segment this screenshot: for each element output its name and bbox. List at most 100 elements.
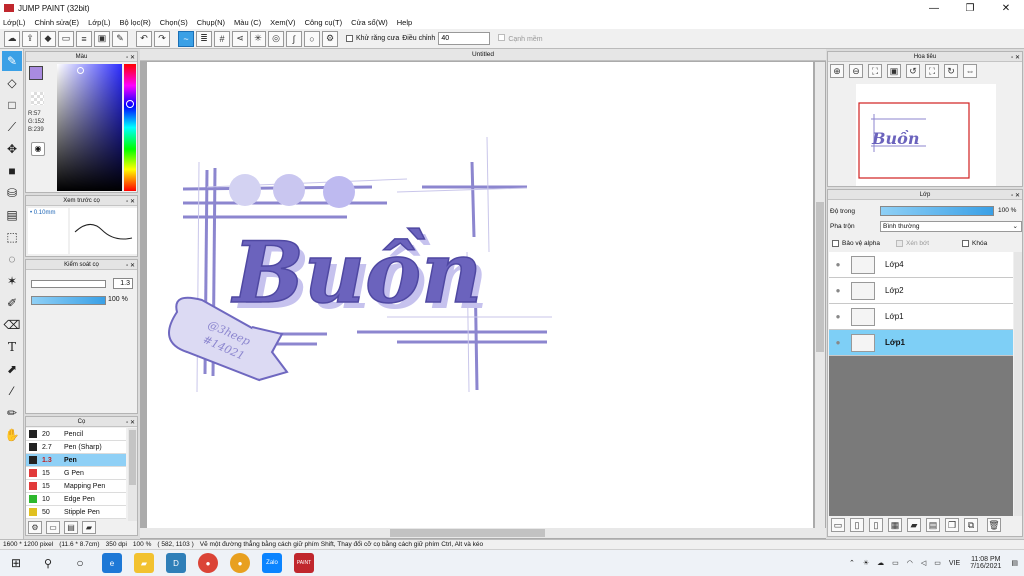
curve-icon[interactable]: ∫ [286,30,302,47]
grid-icon[interactable]: # [214,30,230,47]
brush-size-value[interactable]: 1.3 [113,278,133,289]
edge-browser-icon[interactable]: e [102,553,122,573]
fit-screen-icon[interactable]: ⛶ [925,64,939,78]
new-1bit-layer-icon[interactable]: ▯ [869,518,883,532]
rotate-left-icon[interactable]: ↺ [906,64,920,78]
hue-slider[interactable] [124,64,136,191]
visibility-icon[interactable]: ● [829,312,847,321]
tray-chevron-icon[interactable]: ⌃ [849,559,855,567]
undo-icon[interactable]: ↶ [136,30,152,47]
layer-row[interactable]: ● Lớp1 [829,330,1013,356]
flip-icon[interactable]: ⇔ [963,64,977,78]
search-icon[interactable]: ⚲ [38,553,58,573]
navigator-thumbnail[interactable]: Buồn [856,84,996,186]
pipette-icon[interactable]: ✏ [2,403,22,423]
menu-item[interactable]: Công cụ(T) [305,18,343,27]
perspective-icon[interactable]: ⋖ [232,30,248,47]
text-tool-icon[interactable]: T [2,337,22,357]
selection-icon[interactable]: ⬚ [2,227,22,247]
radial-icon[interactable]: ✳ [250,30,266,47]
export-icon[interactable]: ⇪ [22,30,38,47]
menu-item[interactable]: Bộ lọc(R) [120,18,151,27]
close-button[interactable]: ✕ [988,0,1024,16]
brush-item[interactable]: 15 Mapping Pen [26,480,126,493]
adjust-input[interactable] [438,32,491,45]
eraser-tool-icon[interactable]: ◇ [2,73,22,93]
save-icon[interactable]: ▣ [94,30,110,47]
protect-alpha-checkbox[interactable]: Bảo vệ alpha [832,240,880,247]
task-view-icon[interactable]: ○ [70,553,90,573]
clipping-checkbox[interactable]: Xén bớt [896,240,929,247]
transparent-swatch[interactable] [31,92,44,105]
freehand-icon[interactable]: ~ [178,30,194,47]
halftone-layer-icon[interactable]: ▦ [888,518,902,532]
brush-item[interactable]: 2.7 Pen (Sharp) [26,441,126,454]
foreground-color-swatch[interactable] [29,66,43,80]
network-icon[interactable]: ▭ [892,559,899,567]
hand-tool-icon[interactable]: ✋ [2,425,22,445]
menu-item[interactable]: Chọn(S) [160,18,188,27]
cloud-tray-icon[interactable]: ☁ [877,559,884,567]
weather-icon[interactable]: ☀ [863,559,869,567]
rotate-right-icon[interactable]: ↻ [944,64,958,78]
panel-buttons-icon[interactable]: ▫ ✕ [1011,53,1020,63]
panel-buttons-icon[interactable]: ▫ ✕ [1011,191,1020,201]
document-icon[interactable]: ≡ [76,30,92,47]
canvas[interactable]: @3heep #14021 Buồn Buồn [147,62,813,528]
notifications-icon[interactable]: ▤ [1011,559,1018,567]
cloud-icon[interactable]: ☁ [4,30,20,47]
dell-icon[interactable]: D [166,553,186,573]
dropper-icon[interactable]: ⁄ [2,381,22,401]
select-eraser-icon[interactable]: ⌫ [2,315,22,335]
brush-settings-icon[interactable]: ⚙ [28,521,42,534]
volume-icon[interactable]: ◁ [921,559,926,567]
bucket-tool-icon[interactable]: ⛁ [2,183,22,203]
canvas-tab[interactable]: Untitled [140,49,826,61]
lines-icon[interactable]: ≣ [196,30,212,47]
rect-select-icon[interactable]: □ [2,95,22,115]
merge-layer-icon[interactable]: ▤ [926,518,940,532]
ellipse-icon[interactable]: ○ [304,30,320,47]
panel-buttons-icon[interactable]: ▫ ✕ [126,53,135,63]
menu-item[interactable]: Xem(V) [270,18,295,27]
windows-start-icon[interactable]: ⊞ [6,553,26,573]
layer-row[interactable]: ● Lớp4 [829,252,1013,278]
chrome-alt-icon[interactable]: ● [230,553,250,573]
antialias-checkbox[interactable] [346,35,353,42]
folder-icon[interactable]: ▰ [82,521,96,534]
new-layer-icon[interactable]: ▭ [831,518,845,532]
menu-item[interactable]: Cửa sổ(W) [351,18,388,27]
canvas-vertical-scrollbar[interactable] [815,62,825,528]
menu-item[interactable]: Lớp(L) [88,18,110,27]
layer-settings-icon[interactable]: ⧉ [964,518,978,532]
brush-item[interactable]: 15 G Pen [26,467,126,480]
panel-buttons-icon[interactable]: ▫ ✕ [126,418,135,428]
canvas-horizontal-scrollbar[interactable] [140,528,826,538]
brush-list-scrollbar[interactable] [128,428,137,521]
new-brush-icon[interactable]: ▭ [46,521,60,534]
fit-icon[interactable]: ⛶ [868,64,882,78]
minimize-button[interactable]: — [916,0,952,16]
menu-item[interactable]: Help [397,18,412,27]
edge-checkbox-label[interactable]: Cạnh mềm [498,34,543,43]
speech-icon[interactable]: ◆ [40,30,56,47]
panel-buttons-icon[interactable]: ▫ ✕ [126,197,135,207]
brush-size-slider[interactable] [31,280,106,288]
edit-icon[interactable]: ✎ [112,30,128,47]
new-file-icon[interactable]: ▭ [58,30,74,47]
zoom-out-icon[interactable]: ⊖ [849,64,863,78]
layer-opacity-slider[interactable] [880,206,994,216]
shape-fill-icon[interactable]: ■ [2,161,22,181]
palette-icon[interactable]: ◉ [31,142,45,156]
visibility-icon[interactable]: ● [829,338,847,347]
actual-size-icon[interactable]: ▣ [887,64,901,78]
language-indicator[interactable]: VIE [949,560,960,567]
menu-item[interactable]: Chỉnh sửa(E) [34,18,79,27]
delete-layer-icon[interactable]: 🗑 [987,518,1001,532]
menu-item[interactable]: Lớp(L) [3,18,25,27]
brush-tool-icon[interactable]: ✎ [2,51,22,71]
layer-list-scrollbar[interactable] [1014,252,1022,516]
select-pen-icon[interactable]: ✐ [2,293,22,313]
saturation-value-picker[interactable] [57,64,122,191]
line-tool-icon[interactable]: ⟋ [2,117,22,137]
